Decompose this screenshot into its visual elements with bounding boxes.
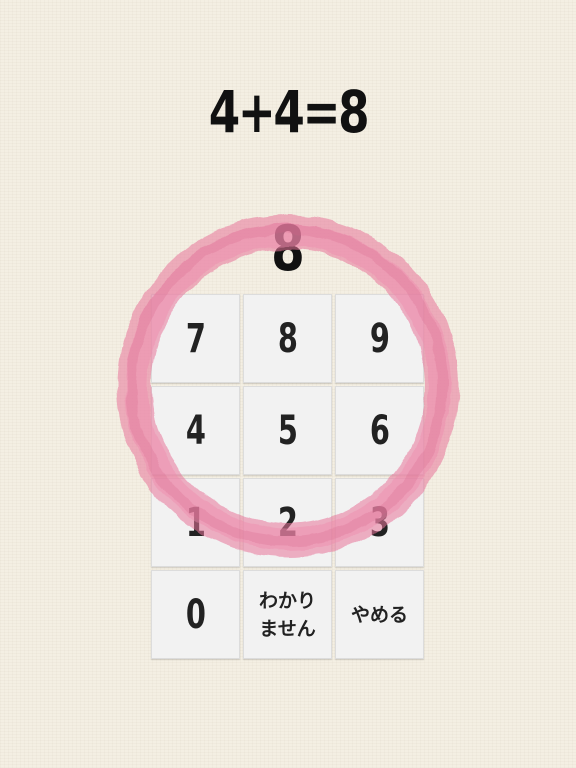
key-0[interactable]: 0 [151,570,240,659]
key-2[interactable]: 2 [243,478,332,567]
number-keypad: 7 8 9 4 5 6 1 2 3 0 わかり ません やめる [151,294,426,660]
key-label: 7 [185,315,206,362]
key-label: やめる [350,603,408,626]
key-9[interactable]: 9 [335,294,424,383]
quit-button[interactable]: やめる [335,570,424,659]
key-label: 8 [277,315,298,362]
key-label: 5 [277,407,298,454]
quiz-screen: 4+4=8 8 7 8 9 4 5 6 1 2 3 0 わかり ません やめる [0,0,576,768]
key-4[interactable]: 4 [151,386,240,475]
key-label: 4 [185,407,206,454]
key-7[interactable]: 7 [151,294,240,383]
key-6[interactable]: 6 [335,386,424,475]
key-5[interactable]: 5 [243,386,332,475]
equation-text: 4+4=8 [208,78,370,146]
dont-know-button[interactable]: わかり ません [243,570,332,659]
key-label: 1 [185,499,206,546]
key-1[interactable]: 1 [151,478,240,567]
key-label: 3 [369,499,390,546]
key-label: 0 [185,591,206,638]
key-label: 9 [369,315,390,362]
key-label: 2 [277,499,298,546]
key-3[interactable]: 3 [335,478,424,567]
key-8[interactable]: 8 [243,294,332,383]
key-label: わかり ません [258,589,316,640]
key-label: 6 [369,407,390,454]
entered-answer: 8 [271,212,305,285]
